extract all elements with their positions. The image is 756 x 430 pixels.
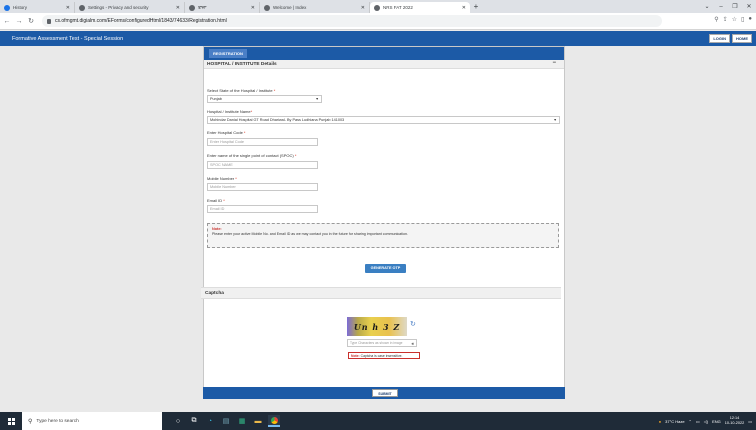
registration-panel: REGISTRATION HOSPITAL / INSTITUTE Detail… — [201, 46, 565, 399]
site-title: Formative Assessment Test - Special Sess… — [12, 35, 124, 42]
windows-start-icon[interactable] — [0, 412, 22, 430]
tab-news[interactable]: ਤਾਜ਼ਾ ✕ — [185, 2, 260, 13]
captcha-image: Un h 3 Z — [347, 317, 407, 336]
chevron-down-icon: ▾ — [554, 118, 556, 122]
hospital-code-label: Enter Hospital Code * — [207, 130, 246, 135]
close-icon[interactable]: ✕ — [66, 5, 70, 11]
sidebar-icon[interactable]: ▯ — [741, 16, 744, 23]
url-text: cs.ofmgmt.digialm.com/EForms/configuredH… — [55, 18, 227, 24]
state-label: Select State of the Hospital / Institute… — [207, 88, 276, 93]
share-icon[interactable]: ⇪ — [723, 16, 728, 23]
site-header: Formative Assessment Test - Special Sess… — [0, 31, 756, 46]
close-icon[interactable]: ✕ — [462, 5, 466, 11]
edge-icon[interactable]: ◔ — [204, 415, 216, 427]
note-text: Please enter your active Mobile No. and … — [212, 232, 408, 236]
refresh-icon[interactable]: ↻ — [410, 320, 416, 328]
chrome-icon[interactable] — [268, 415, 280, 427]
zoom-icon[interactable]: ⚲ — [714, 16, 718, 23]
clock[interactable]: 12:14 10-10-2022 — [725, 416, 744, 426]
weather-icon[interactable]: ● — [659, 419, 661, 424]
tab-welcome[interactable]: Welcome | Index ✕ — [260, 2, 370, 13]
captcha-input[interactable]: Type Characters as shown in image 🔊︎ — [347, 339, 417, 347]
weather-text[interactable]: 37°C Haze — [665, 419, 684, 424]
address-bar: ← → ↻ cs.ofmgmt.digialm.com/EForms/confi… — [0, 13, 756, 30]
captcha-note: Note: Captcha is case insensitive. — [348, 352, 420, 359]
hospital-code-input[interactable]: Enter Hospital Code — [207, 138, 318, 146]
close-icon[interactable]: ✕ — [361, 5, 365, 11]
tab-nrs-fat[interactable]: NRS FAT 2022 ✕ — [370, 2, 470, 13]
close-icon[interactable]: ✕ — [251, 5, 255, 11]
collapse-icon[interactable]: − — [552, 60, 556, 66]
section-title: HOSPITAL / INSTITUTE Details — [207, 61, 277, 67]
spoc-input[interactable]: SPOC NAME — [207, 161, 318, 169]
language-indicator[interactable]: ENG — [712, 419, 721, 424]
registration-strip: REGISTRATION — [204, 47, 564, 60]
cortana-icon[interactable]: ○ — [172, 415, 184, 427]
globe-icon — [189, 4, 195, 11]
minimize-icon[interactable]: – — [714, 4, 728, 10]
restore-icon[interactable]: ❐ — [728, 3, 742, 10]
reload-icon[interactable]: ↻ — [26, 17, 36, 25]
close-icon[interactable]: ✕ — [176, 5, 180, 11]
gear-icon — [79, 4, 85, 11]
spoc-label: Enter name of the single point of contac… — [207, 153, 297, 158]
profile-icon[interactable]: ● — [748, 16, 752, 23]
state-select[interactable]: Punjab ▾ — [207, 95, 322, 103]
speaker-icon[interactable]: 🔊︎ — [411, 340, 414, 347]
section-header: HOSPITAL / INSTITUTE Details − — [204, 60, 564, 69]
tab-settings[interactable]: Settings - Privacy and security ✕ — [75, 2, 185, 13]
windows-taskbar: ⚲ Type here to search ○ ⧉ ◔ ▤ ▦ ▬ ● 37°C… — [0, 412, 756, 430]
login-button[interactable]: LOGIN — [709, 34, 730, 43]
address-bar-icons: ⚲ ⇪ ☆ ▯ ● — [714, 16, 752, 23]
star-icon[interactable]: ☆ — [732, 16, 737, 23]
registration-tab[interactable]: REGISTRATION — [209, 49, 247, 58]
globe-icon — [374, 4, 380, 11]
mobile-input[interactable]: Mobile Number — [207, 183, 318, 191]
header-buttons: LOGIN HOME — [709, 34, 752, 43]
globe-icon — [264, 4, 270, 11]
email-label: Email ID * — [207, 198, 225, 203]
browser-tab-bar: History ✕ Settings - Privacy and securit… — [0, 0, 756, 13]
search-icon: ⚲ — [28, 418, 33, 425]
submit-button[interactable]: SUBMIT — [372, 389, 398, 397]
history-icon — [4, 4, 10, 11]
close-window-icon[interactable]: ✕ — [742, 3, 756, 10]
forward-icon[interactable]: → — [14, 18, 24, 25]
mail-icon[interactable]: ▦ — [236, 415, 248, 427]
system-tray: ● 37°C Haze ⌃ ▭ ◁) ENG 12:14 10-10-2022 … — [659, 412, 752, 430]
hospital-select[interactable]: Mohindar Danial Hospital GT Road Dhariwa… — [207, 116, 560, 124]
chevron-down-icon: ▾ — [316, 97, 318, 101]
tab-history[interactable]: History ✕ — [0, 2, 75, 13]
new-tab-button[interactable]: + — [470, 2, 482, 13]
note-title: Note: — [212, 227, 222, 231]
lock-icon — [47, 18, 51, 24]
chevron-up-icon[interactable]: ⌃ — [689, 419, 692, 424]
volume-icon[interactable]: ◁) — [704, 419, 708, 424]
captcha-header: Captcha — [201, 287, 561, 299]
window-controls: ⌄ – ❐ ✕ — [700, 0, 756, 13]
hospital-label: Hospital / Institute Name* — [207, 109, 253, 114]
network-icon[interactable]: ▭ — [696, 419, 700, 424]
note-box: Note: Please enter your active Mobile No… — [207, 223, 559, 248]
store-icon[interactable]: ▤ — [220, 415, 232, 427]
home-button[interactable]: HOME — [732, 34, 752, 43]
notification-icon[interactable]: ▭ — [748, 419, 752, 424]
email-input[interactable]: Email ID — [207, 205, 318, 213]
task-view-icon[interactable]: ⧉ — [188, 415, 200, 427]
explorer-icon[interactable]: ▬ — [252, 415, 264, 427]
taskbar-apps: ○ ⧉ ◔ ▤ ▦ ▬ — [172, 415, 280, 427]
back-icon[interactable]: ← — [2, 18, 12, 25]
submit-strip: SUBMIT — [203, 387, 565, 399]
url-field[interactable]: cs.ofmgmt.digialm.com/EForms/configuredH… — [42, 15, 662, 27]
chevron-down-icon[interactable]: ⌄ — [700, 3, 714, 10]
generate-otp-button[interactable]: GENERATE OTP — [365, 264, 406, 273]
taskbar-search[interactable]: ⚲ Type here to search — [22, 412, 162, 430]
mobile-label: Mobile Number * — [207, 176, 237, 181]
